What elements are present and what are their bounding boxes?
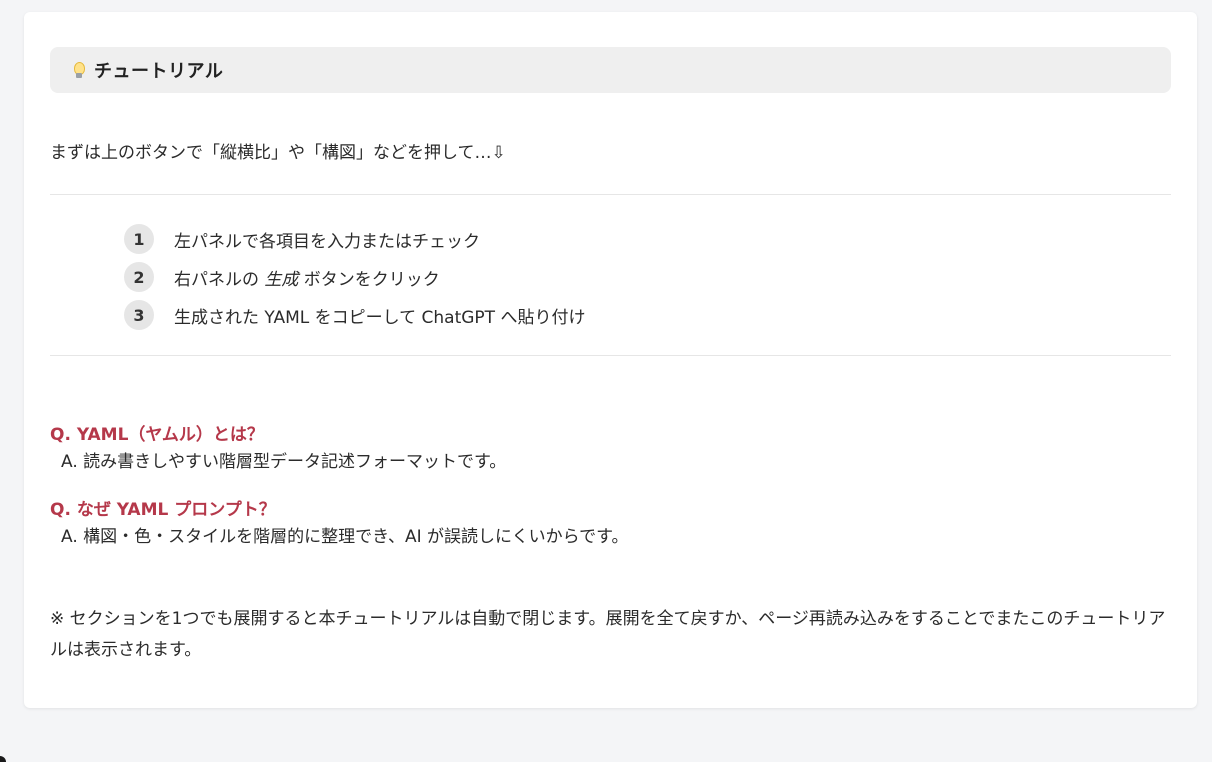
step-item: 2 右パネルの 生成 ボタンをクリック (124, 258, 585, 296)
tutorial-title: チュートリアル (94, 61, 224, 82)
tutorial-card: チュートリアル まずは上のボタンで「縦横比」や「構図」などを押して…⇩ 1 左パ… (24, 12, 1197, 708)
faq-question: Q. なぜ YAML プロンプト？ (50, 500, 276, 520)
step-item: 3 生成された YAML をコピーして ChatGPT へ貼り付け (124, 296, 585, 334)
tutorial-note: ※ セクションを1つでも展開すると本チュートリアルは自動で閉じます。展開を全て戻… (50, 609, 1166, 660)
faq-question: Q. YAML（ヤムル）とは？ (50, 425, 264, 445)
divider (50, 194, 1171, 195)
divider (50, 355, 1171, 356)
step-number-badge: 1 (124, 224, 154, 254)
lightbulb-icon (70, 59, 88, 81)
faq-answer: A. 読み書きしやすい階層型データ記述フォーマットです。 (61, 452, 507, 472)
tutorial-intro: まずは上のボタンで「縦横比」や「構図」などを押して…⇩ (50, 143, 506, 163)
faq-item: Q. なぜ YAML プロンプト？ A. 構図・色・スタイルを階層的に整理でき、… (50, 497, 1171, 551)
step-text: 生成された YAML をコピーして ChatGPT へ貼り付け (174, 307, 586, 328)
steps-list: 1 左パネルで各項目を入力またはチェック 2 右パネルの 生成 ボタンをクリック… (124, 220, 585, 334)
step-number-badge: 2 (124, 262, 154, 292)
faq-item: Q. YAML（ヤムル）とは？ A. 読み書きしやすい階層型データ記述フォーマッ… (50, 422, 1171, 476)
step-text: 右パネルの 生成 ボタンをクリック (174, 265, 440, 290)
tutorial-header: チュートリアル (50, 47, 1171, 93)
step-text-after: ボタンをクリック (298, 269, 440, 290)
step-text-emphasis: 生成 (264, 269, 299, 290)
step-item: 1 左パネルで各項目を入力またはチェック (124, 220, 585, 258)
window-corner (0, 756, 6, 762)
step-number-badge: 3 (124, 300, 154, 330)
step-text-before: 右パネルの (174, 269, 265, 290)
step-text: 左パネルで各項目を入力またはチェック (174, 231, 480, 252)
faq-answer: A. 構図・色・スタイルを階層的に整理でき、AI が誤読しにくいからです。 (61, 527, 629, 547)
